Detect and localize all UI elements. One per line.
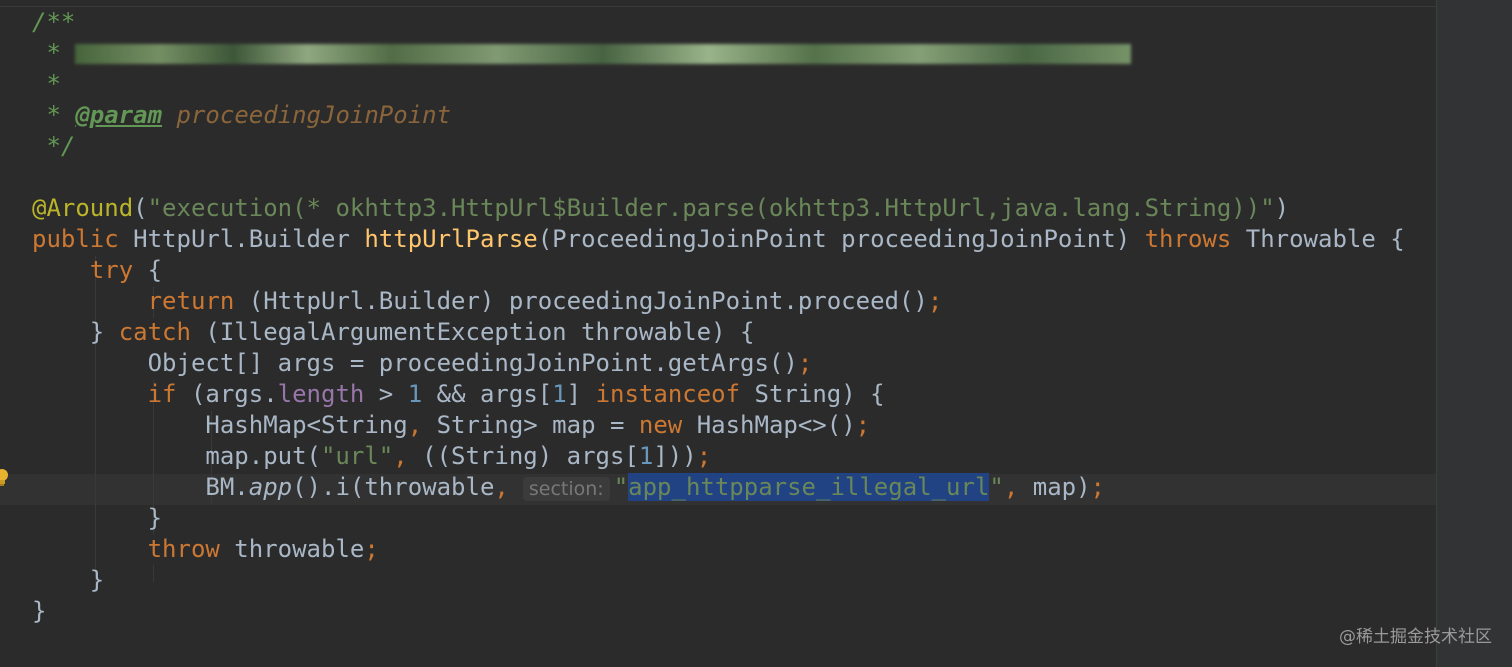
code-line: public HttpUrl.Builder httpUrlParse(Proc… — [32, 224, 1405, 255]
code-text: Object[] args = proceedingJoinPoint.getA… — [147, 349, 798, 377]
comma: , — [494, 473, 509, 501]
selected-text[interactable]: app_httpparse_illegal_url — [628, 473, 990, 501]
code-line: } — [32, 596, 1405, 627]
code-line: * — [32, 38, 1405, 69]
semicolon: ; — [855, 411, 871, 439]
code-text: ])) — [653, 442, 697, 470]
number-literal: 1 — [638, 442, 654, 470]
comma: , — [1003, 473, 1019, 501]
closing-brace: } — [32, 566, 105, 594]
doc-comment-star: * — [32, 39, 61, 67]
keyword-try: try — [89, 256, 134, 284]
code-line: return (HttpUrl.Builder) proceedingJoinP… — [32, 286, 1405, 317]
static-method-app: app — [248, 473, 293, 501]
semicolon: ; — [364, 535, 379, 563]
code-line: * @param proceedingJoinPoint — [32, 100, 1405, 131]
code-editor[interactable]: /** * * * @param proceedingJoinPoint */ … — [0, 0, 1512, 667]
code-line: } — [32, 565, 1405, 596]
code-text: > — [364, 380, 408, 408]
field-length: length — [277, 380, 365, 408]
method-name: httpUrlParse — [364, 225, 538, 253]
javadoc-param-name: proceedingJoinPoint — [176, 101, 452, 129]
keyword-return: return — [147, 287, 235, 315]
doc-comment-star: * — [32, 70, 61, 98]
code-line: try { — [32, 255, 1405, 286]
code-line: } catch (IllegalArgumentException throwa… — [32, 317, 1405, 348]
method-params: (ProceedingJoinPoint proceedingJoinPoint… — [537, 225, 1145, 253]
string-quote: " — [989, 473, 1004, 501]
semicolon: ; — [696, 442, 712, 470]
code-line: */ — [32, 131, 1405, 162]
semicolon: ; — [927, 287, 943, 315]
code-line: @Around("execution(* okhttp3.HttpUrl$Bui… — [32, 193, 1405, 224]
lightbulb-icon[interactable] — [0, 468, 10, 488]
keyword-throws: throws — [1144, 225, 1232, 253]
keyword-public: public — [32, 225, 119, 253]
code-text: map) — [1018, 473, 1091, 501]
code-line: /** — [32, 7, 1405, 38]
doc-comment-close: */ — [32, 132, 76, 160]
code-text: HashMap<>() — [682, 411, 856, 439]
doc-comment-open: /** — [32, 8, 76, 36]
comma: , — [407, 411, 423, 439]
code-text: (HttpUrl.Builder) proceedingJoinPoint.pr… — [234, 287, 928, 315]
javadoc-param-tag[interactable]: @param — [75, 101, 162, 129]
parameter-hint: section: — [522, 477, 610, 501]
code-text: && args[ — [422, 380, 553, 408]
paren: ( — [133, 194, 148, 222]
code-line: throw throwable; — [32, 534, 1405, 565]
code-text: String) { — [740, 380, 885, 408]
closing-brace: } — [32, 504, 163, 532]
code-line: Object[] args = proceedingJoinPoint.getA… — [32, 348, 1405, 379]
number-literal: 1 — [407, 380, 423, 408]
code-line: } — [32, 503, 1405, 534]
code-line: if (args.length > 1 && args[1] instanceo… — [32, 379, 1405, 410]
code-text: BM. — [205, 473, 249, 501]
throws-type: Throwable { — [1231, 225, 1405, 253]
keyword-throw: throw — [147, 535, 220, 563]
keyword-instanceof: instanceof — [595, 380, 741, 408]
keyword-if: if — [147, 380, 177, 408]
code-line: map.put("url", ((String) args[1])); — [32, 441, 1405, 472]
semicolon: ; — [1090, 473, 1105, 501]
semicolon: ; — [797, 349, 813, 377]
code-area[interactable]: /** * * * @param proceedingJoinPoint */ … — [32, 7, 1405, 627]
right-gutter — [1436, 0, 1512, 667]
return-type: HttpUrl.Builder — [118, 225, 365, 253]
doc-comment-star: * — [32, 101, 61, 129]
code-text: ((String) args[ — [407, 442, 639, 470]
annotation-value: "execution(* okhttp3.HttpUrl$Builder.par… — [147, 194, 1275, 222]
code-text: throwable — [219, 535, 365, 563]
keyword-catch: catch — [118, 318, 191, 346]
comma: , — [393, 442, 408, 470]
number-literal: 1 — [552, 380, 567, 408]
code-text: map.put( — [205, 442, 321, 470]
annotation-name: @Around — [32, 194, 134, 222]
code-text: (args. — [176, 380, 278, 408]
code-line-current: BM.app().i(throwable, section: "app_httppa… — [32, 472, 1405, 503]
string-quote: " — [613, 473, 629, 501]
code-line: HashMap<String, String> map = new HashMa… — [32, 410, 1405, 441]
code-text: } — [89, 318, 119, 346]
code-text: ().i(throwable — [292, 473, 495, 501]
code-text: String> map = — [422, 411, 639, 439]
code-line: * — [32, 69, 1405, 100]
code-text: (IllegalArgumentException throwable) { — [190, 318, 755, 346]
paren: ) — [1274, 194, 1290, 222]
keyword-new: new — [638, 411, 683, 439]
string-literal: "url" — [320, 442, 394, 470]
code-text: { — [133, 256, 163, 284]
code-text: HashMap<String — [205, 411, 408, 439]
watermark: @稀土掘金技术社区 — [1339, 627, 1492, 647]
redacted-url — [75, 44, 1132, 64]
code-text: ] — [566, 380, 596, 408]
closing-brace: } — [32, 597, 47, 625]
